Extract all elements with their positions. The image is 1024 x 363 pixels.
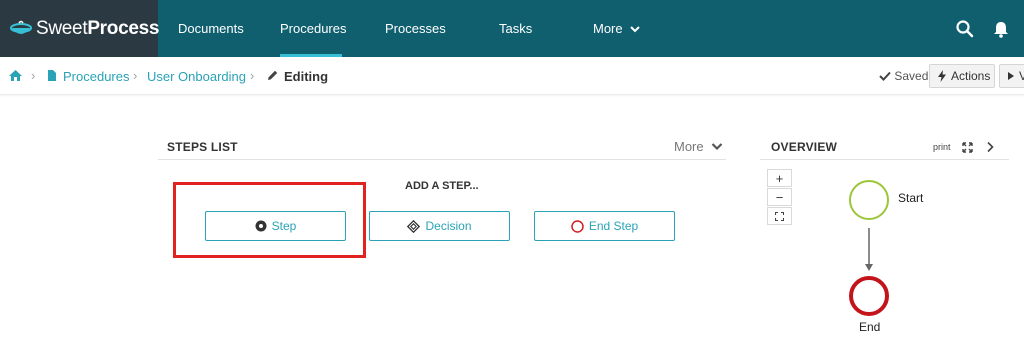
- add-decision-button[interactable]: Decision: [369, 211, 510, 241]
- zoom-out-button[interactable]: −: [767, 188, 792, 206]
- saved-status: Saved: [879, 69, 928, 83]
- steps-list-title: STEPS LIST: [167, 140, 238, 154]
- home-icon[interactable]: [8, 69, 23, 82]
- steps-list-divider: [158, 159, 726, 160]
- overview-title: OVERVIEW: [771, 140, 838, 154]
- add-end-step-button[interactable]: End Step: [534, 211, 675, 241]
- nav-procedures[interactable]: Procedures: [280, 0, 346, 57]
- nav-more[interactable]: More: [593, 0, 641, 57]
- diamond-icon: [407, 219, 421, 233]
- end-node-label: End: [859, 320, 881, 334]
- nav-processes[interactable]: Processes: [385, 0, 446, 57]
- fit-icon: [775, 211, 784, 221]
- nav-documents[interactable]: Documents: [178, 0, 244, 57]
- document-icon: [48, 70, 56, 81]
- chevron-right-icon[interactable]: [986, 141, 995, 153]
- print-link[interactable]: print: [933, 142, 951, 152]
- breadcrumb-separator: ›: [31, 68, 36, 83]
- actions-button[interactable]: Actions: [929, 64, 995, 88]
- step-button-highlight: [173, 182, 366, 258]
- add-step-heading: ADD A STEP...: [405, 180, 479, 192]
- view-button[interactable]: V: [999, 64, 1024, 88]
- chevron-down-icon: [629, 25, 640, 32]
- overview-flow-diagram: [849, 180, 889, 316]
- bolt-icon: [938, 70, 946, 82]
- steps-more-dropdown[interactable]: More: [674, 139, 723, 154]
- pencil-icon: [268, 70, 278, 80]
- flow-arrowhead: [865, 264, 873, 271]
- caret-right-icon: [1008, 72, 1014, 80]
- breadcrumb-separator: ›: [133, 68, 138, 83]
- expand-icon[interactable]: [962, 142, 973, 153]
- breadcrumb-user-onboarding[interactable]: User Onboarding: [147, 69, 246, 84]
- check-icon: [879, 71, 891, 81]
- zoom-in-button[interactable]: +: [767, 169, 792, 187]
- bell-icon[interactable]: [991, 19, 1011, 39]
- fit-view-button[interactable]: [767, 207, 792, 225]
- brand-logo[interactable]: SweetProcess: [0, 0, 160, 57]
- start-node: [849, 180, 889, 220]
- breadcrumb-procedures[interactable]: Procedures: [63, 69, 129, 84]
- nav-tasks[interactable]: Tasks: [499, 0, 532, 57]
- chevron-down-icon: [711, 143, 723, 151]
- search-icon[interactable]: [955, 19, 975, 39]
- overview-divider: [760, 159, 1009, 160]
- end-node: [849, 276, 889, 316]
- breadcrumb-separator: ›: [250, 68, 255, 83]
- circle-icon: [571, 219, 584, 233]
- logo-cup-icon: [10, 20, 32, 38]
- breadcrumb-editing: Editing: [284, 69, 329, 84]
- brand-name: SweetProcess: [36, 17, 160, 39]
- start-node-label: Start: [898, 191, 924, 205]
